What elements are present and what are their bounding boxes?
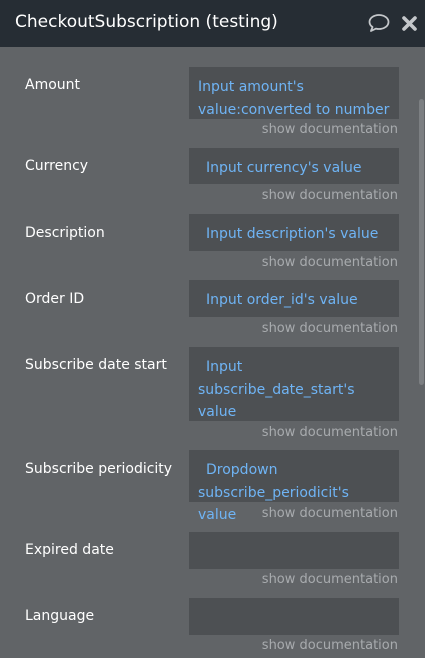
panel-header: CheckoutSubscription (testing) bbox=[0, 0, 425, 47]
show-documentation-link[interactable]: show documentation bbox=[262, 506, 398, 521]
show-documentation-link[interactable]: show documentation bbox=[262, 638, 398, 653]
field-label-amount: Amount bbox=[25, 77, 81, 93]
field-label-expired-date: Expired date bbox=[25, 542, 114, 558]
field-label-language: Language bbox=[25, 608, 95, 624]
field-label-subscribe-periodicity: Subscribe periodicity bbox=[25, 461, 173, 477]
panel-title: CheckoutSubscription (testing) bbox=[15, 12, 278, 32]
field-value-amount[interactable]: Input amount's value:converted to number bbox=[189, 67, 399, 119]
close-icon[interactable] bbox=[401, 15, 418, 32]
field-value-order-id[interactable]: Input order_id's value bbox=[189, 280, 399, 317]
show-documentation-link[interactable]: show documentation bbox=[262, 255, 398, 270]
show-documentation-link[interactable]: show documentation bbox=[262, 425, 398, 440]
field-label-order-id: Order ID bbox=[25, 291, 85, 307]
speech-bubble-icon[interactable] bbox=[367, 13, 391, 33]
field-value-currency[interactable]: Input currency's value bbox=[189, 148, 399, 184]
show-documentation-link[interactable]: show documentation bbox=[262, 321, 398, 336]
show-documentation-link[interactable]: show documentation bbox=[262, 572, 398, 587]
field-value-expired-date[interactable] bbox=[189, 532, 399, 569]
field-value-description[interactable]: Input description's value bbox=[189, 214, 399, 251]
scrollbar-track[interactable] bbox=[417, 47, 425, 658]
show-documentation-link[interactable]: show documentation bbox=[262, 188, 398, 203]
field-label-description: Description bbox=[25, 225, 105, 241]
field-label-subscribe-date-start: Subscribe date start bbox=[25, 357, 167, 373]
property-editor-panel: CheckoutSubscription (testing) Amount In… bbox=[0, 0, 425, 658]
show-documentation-link[interactable]: show documentation bbox=[262, 122, 398, 137]
field-value-subscribe-date-start[interactable]: Input subscribe_date_start's value bbox=[189, 347, 399, 421]
field-value-subscribe-periodicity[interactable]: Dropdown subscribe_periodicit's value bbox=[189, 450, 399, 523]
field-value-language[interactable] bbox=[189, 598, 399, 635]
scrollbar-thumb[interactable] bbox=[419, 99, 424, 385]
field-label-currency: Currency bbox=[25, 158, 89, 174]
